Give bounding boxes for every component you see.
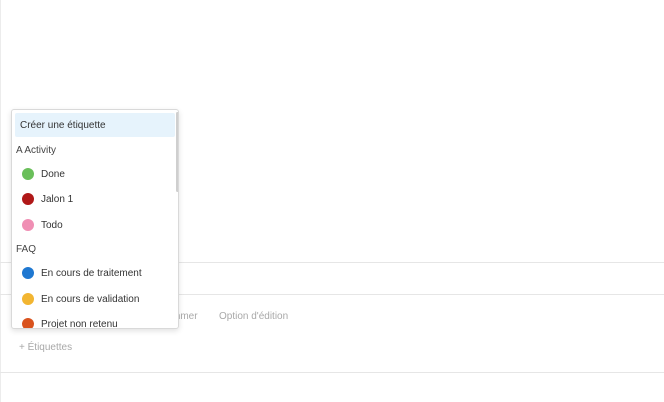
label-option-projet-non-retenu[interactable]: Projet non retenu bbox=[15, 313, 175, 329]
label-option-text: Todo bbox=[41, 219, 63, 231]
label-option-en-cours-de-validation[interactable]: En cours de validation bbox=[15, 288, 175, 310]
dropdown-scrollbar[interactable] bbox=[176, 112, 178, 192]
color-dot-icon bbox=[22, 293, 34, 305]
label-option-todo[interactable]: Todo bbox=[15, 214, 175, 236]
edit-option-action[interactable]: Option d'édition bbox=[219, 311, 288, 322]
color-dot-icon bbox=[22, 219, 34, 231]
label-option-text: En cours de validation bbox=[41, 293, 140, 305]
color-dot-icon bbox=[22, 168, 34, 180]
label-option-text: Done bbox=[41, 168, 65, 180]
color-dot-icon bbox=[22, 318, 34, 328]
add-labels-link[interactable]: + Étiquettes bbox=[19, 342, 72, 353]
row-divider-bottom bbox=[0, 372, 664, 373]
color-dot-icon bbox=[22, 193, 34, 205]
left-edge-divider bbox=[0, 0, 1, 402]
group-title-activity: A Activity bbox=[16, 145, 57, 156]
label-option-text: Jalon 1 bbox=[41, 193, 74, 205]
label-option-done[interactable]: Done bbox=[15, 163, 175, 185]
group-title-faq: FAQ bbox=[16, 244, 37, 255]
label-option-jalon-1[interactable]: Jalon 1 bbox=[15, 188, 175, 210]
create-label-item[interactable]: Créer une étiquette bbox=[15, 113, 175, 137]
label-option-text: Projet non retenu bbox=[41, 318, 118, 329]
label-option-text: En cours de traitement bbox=[41, 267, 142, 279]
label-option-en-cours-de-traitement[interactable]: En cours de traitement bbox=[15, 262, 175, 284]
color-dot-icon bbox=[22, 267, 34, 279]
create-label-text: Créer une étiquette bbox=[20, 119, 106, 131]
label-dropdown: Créer une étiquette A Activity Done Jalo… bbox=[11, 109, 179, 329]
